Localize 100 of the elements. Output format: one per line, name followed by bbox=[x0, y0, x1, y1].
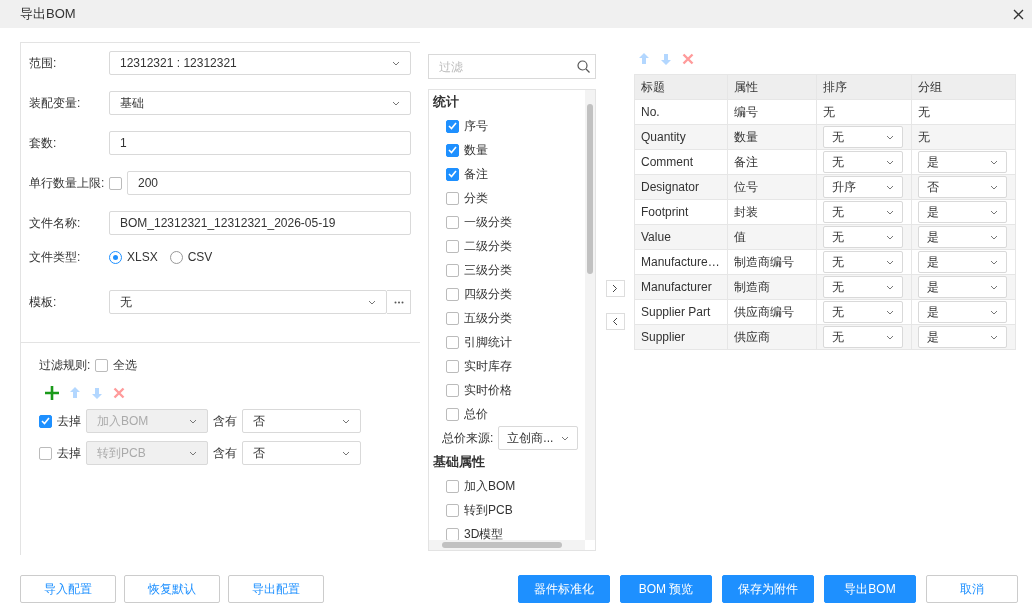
rule-action: 去掉 bbox=[57, 412, 81, 430]
checkbox[interactable] bbox=[446, 263, 459, 277]
delete-icon[interactable] bbox=[682, 53, 694, 65]
chevron-down-icon bbox=[990, 284, 998, 290]
dropdown[interactable]: 是 bbox=[918, 326, 1007, 348]
checkbox[interactable] bbox=[446, 167, 459, 181]
dropdown[interactable]: 立创商... bbox=[498, 426, 579, 450]
checkbox-label: 分类 bbox=[464, 189, 488, 207]
checkbox[interactable] bbox=[446, 215, 459, 229]
chevron-down-icon bbox=[886, 134, 894, 140]
checkbox[interactable] bbox=[446, 503, 459, 517]
checkbox[interactable] bbox=[39, 414, 52, 428]
chevron-down-icon bbox=[990, 184, 998, 190]
search-field[interactable]: 过滤 bbox=[428, 54, 596, 79]
checkbox[interactable] bbox=[446, 143, 459, 157]
checkbox-label: 四级分类 bbox=[464, 285, 512, 303]
chevron-right-icon bbox=[612, 284, 618, 293]
chevron-down-icon bbox=[990, 234, 998, 240]
checkbox[interactable] bbox=[39, 446, 52, 460]
checkbox[interactable] bbox=[109, 176, 122, 190]
dropdown[interactable]: 无 bbox=[823, 276, 903, 298]
dropdown[interactable]: 基础 bbox=[109, 91, 411, 115]
move-left-button[interactable] bbox=[605, 313, 625, 330]
chevron-down-icon bbox=[392, 100, 400, 106]
scrollbar[interactable] bbox=[585, 90, 595, 540]
dropdown[interactable]: 无 bbox=[823, 201, 903, 223]
checkbox-label: 数量 bbox=[464, 141, 488, 159]
scrollbar[interactable] bbox=[429, 540, 585, 550]
checkbox[interactable] bbox=[446, 479, 459, 493]
field-label: 文件类型: bbox=[29, 248, 82, 266]
checkbox-label: 总价 bbox=[464, 405, 488, 423]
chevron-down-icon bbox=[368, 299, 376, 305]
checkbox[interactable] bbox=[446, 335, 459, 349]
delete-icon[interactable] bbox=[113, 387, 125, 399]
dropdown[interactable]: 无 bbox=[109, 290, 387, 314]
dropdown[interactable]: 否 bbox=[242, 441, 361, 465]
dropdown[interactable]: 是 bbox=[918, 226, 1007, 248]
field-label: 过滤规则: bbox=[39, 356, 91, 374]
more-icon bbox=[393, 300, 404, 304]
dropdown[interactable]: 是 bbox=[918, 151, 1007, 173]
dropdown[interactable]: 无 bbox=[823, 251, 903, 273]
checkbox[interactable] bbox=[446, 407, 459, 421]
table-cell: 备注 bbox=[727, 149, 817, 175]
table-cell: Supplier bbox=[634, 324, 728, 350]
down-arrow-icon[interactable] bbox=[660, 52, 672, 66]
checkbox[interactable] bbox=[446, 239, 459, 253]
dropdown[interactable]: 无 bbox=[823, 326, 903, 348]
field-label: 范围: bbox=[29, 54, 58, 72]
dropdown[interactable]: 无 bbox=[823, 151, 903, 173]
dropdown[interactable]: 12312321 : 12312321 bbox=[109, 51, 411, 75]
checkbox[interactable] bbox=[446, 287, 459, 301]
add-icon[interactable] bbox=[45, 386, 59, 400]
checkbox[interactable] bbox=[446, 359, 459, 373]
table-cell: 数量 bbox=[727, 124, 817, 150]
dropdown[interactable]: 是 bbox=[918, 276, 1007, 298]
checkbox-label: 全选 bbox=[113, 356, 138, 374]
move-right-button[interactable] bbox=[605, 280, 625, 297]
down-arrow-icon[interactable] bbox=[91, 386, 103, 400]
field-label: 模板: bbox=[29, 293, 58, 311]
column-header: 属性 bbox=[727, 74, 817, 100]
checkbox[interactable] bbox=[446, 311, 459, 325]
up-arrow-icon[interactable] bbox=[69, 386, 81, 400]
checkbox-label: 三级分类 bbox=[464, 261, 512, 279]
chevron-down-icon bbox=[990, 259, 998, 265]
checkbox[interactable] bbox=[446, 191, 459, 205]
checkbox[interactable] bbox=[446, 119, 459, 133]
chevron-down-icon bbox=[886, 259, 894, 265]
input-field[interactable]: 200 bbox=[127, 171, 411, 195]
checkbox[interactable] bbox=[446, 383, 459, 397]
checkbox[interactable] bbox=[95, 358, 109, 372]
up-arrow-icon[interactable] bbox=[638, 52, 650, 66]
table-cell: 封装 bbox=[727, 199, 817, 225]
column-header: 标题 bbox=[634, 74, 728, 100]
more-button[interactable] bbox=[387, 290, 411, 314]
table-cell: Value bbox=[634, 224, 728, 250]
dropdown[interactable]: 无 bbox=[823, 226, 903, 248]
dropdown[interactable]: 无 bbox=[823, 126, 903, 148]
checkbox-label: 备注 bbox=[464, 165, 488, 183]
table-cell: 无 bbox=[911, 124, 1016, 150]
checkbox[interactable] bbox=[446, 527, 459, 541]
close-icon[interactable] bbox=[1013, 8, 1024, 20]
checkbox-label: 实时价格 bbox=[464, 381, 512, 399]
dropdown[interactable]: 是 bbox=[918, 251, 1007, 273]
chevron-down-icon bbox=[189, 450, 197, 456]
search-icon[interactable] bbox=[577, 60, 590, 73]
checkbox-label: 转到PCB bbox=[464, 501, 513, 519]
table-cell: 无 bbox=[911, 99, 1016, 125]
dropdown[interactable]: 无 bbox=[823, 301, 903, 323]
dropdown[interactable]: 是 bbox=[918, 201, 1007, 223]
table-cell: 供应商编号 bbox=[727, 299, 817, 325]
input-field[interactable]: BOM_12312321_12312321_2026-05-19 bbox=[109, 211, 411, 235]
chevron-down-icon bbox=[886, 184, 894, 190]
dropdown[interactable]: 否 bbox=[242, 409, 361, 433]
rule-action: 去掉 bbox=[57, 444, 81, 462]
dropdown[interactable]: 升序 bbox=[823, 176, 903, 198]
checkbox-label: 3D模型 bbox=[464, 525, 504, 543]
dropdown[interactable]: 是 bbox=[918, 301, 1007, 323]
chevron-down-icon bbox=[342, 418, 350, 424]
dropdown[interactable]: 否 bbox=[918, 176, 1007, 198]
input-field[interactable]: 1 bbox=[109, 131, 411, 155]
